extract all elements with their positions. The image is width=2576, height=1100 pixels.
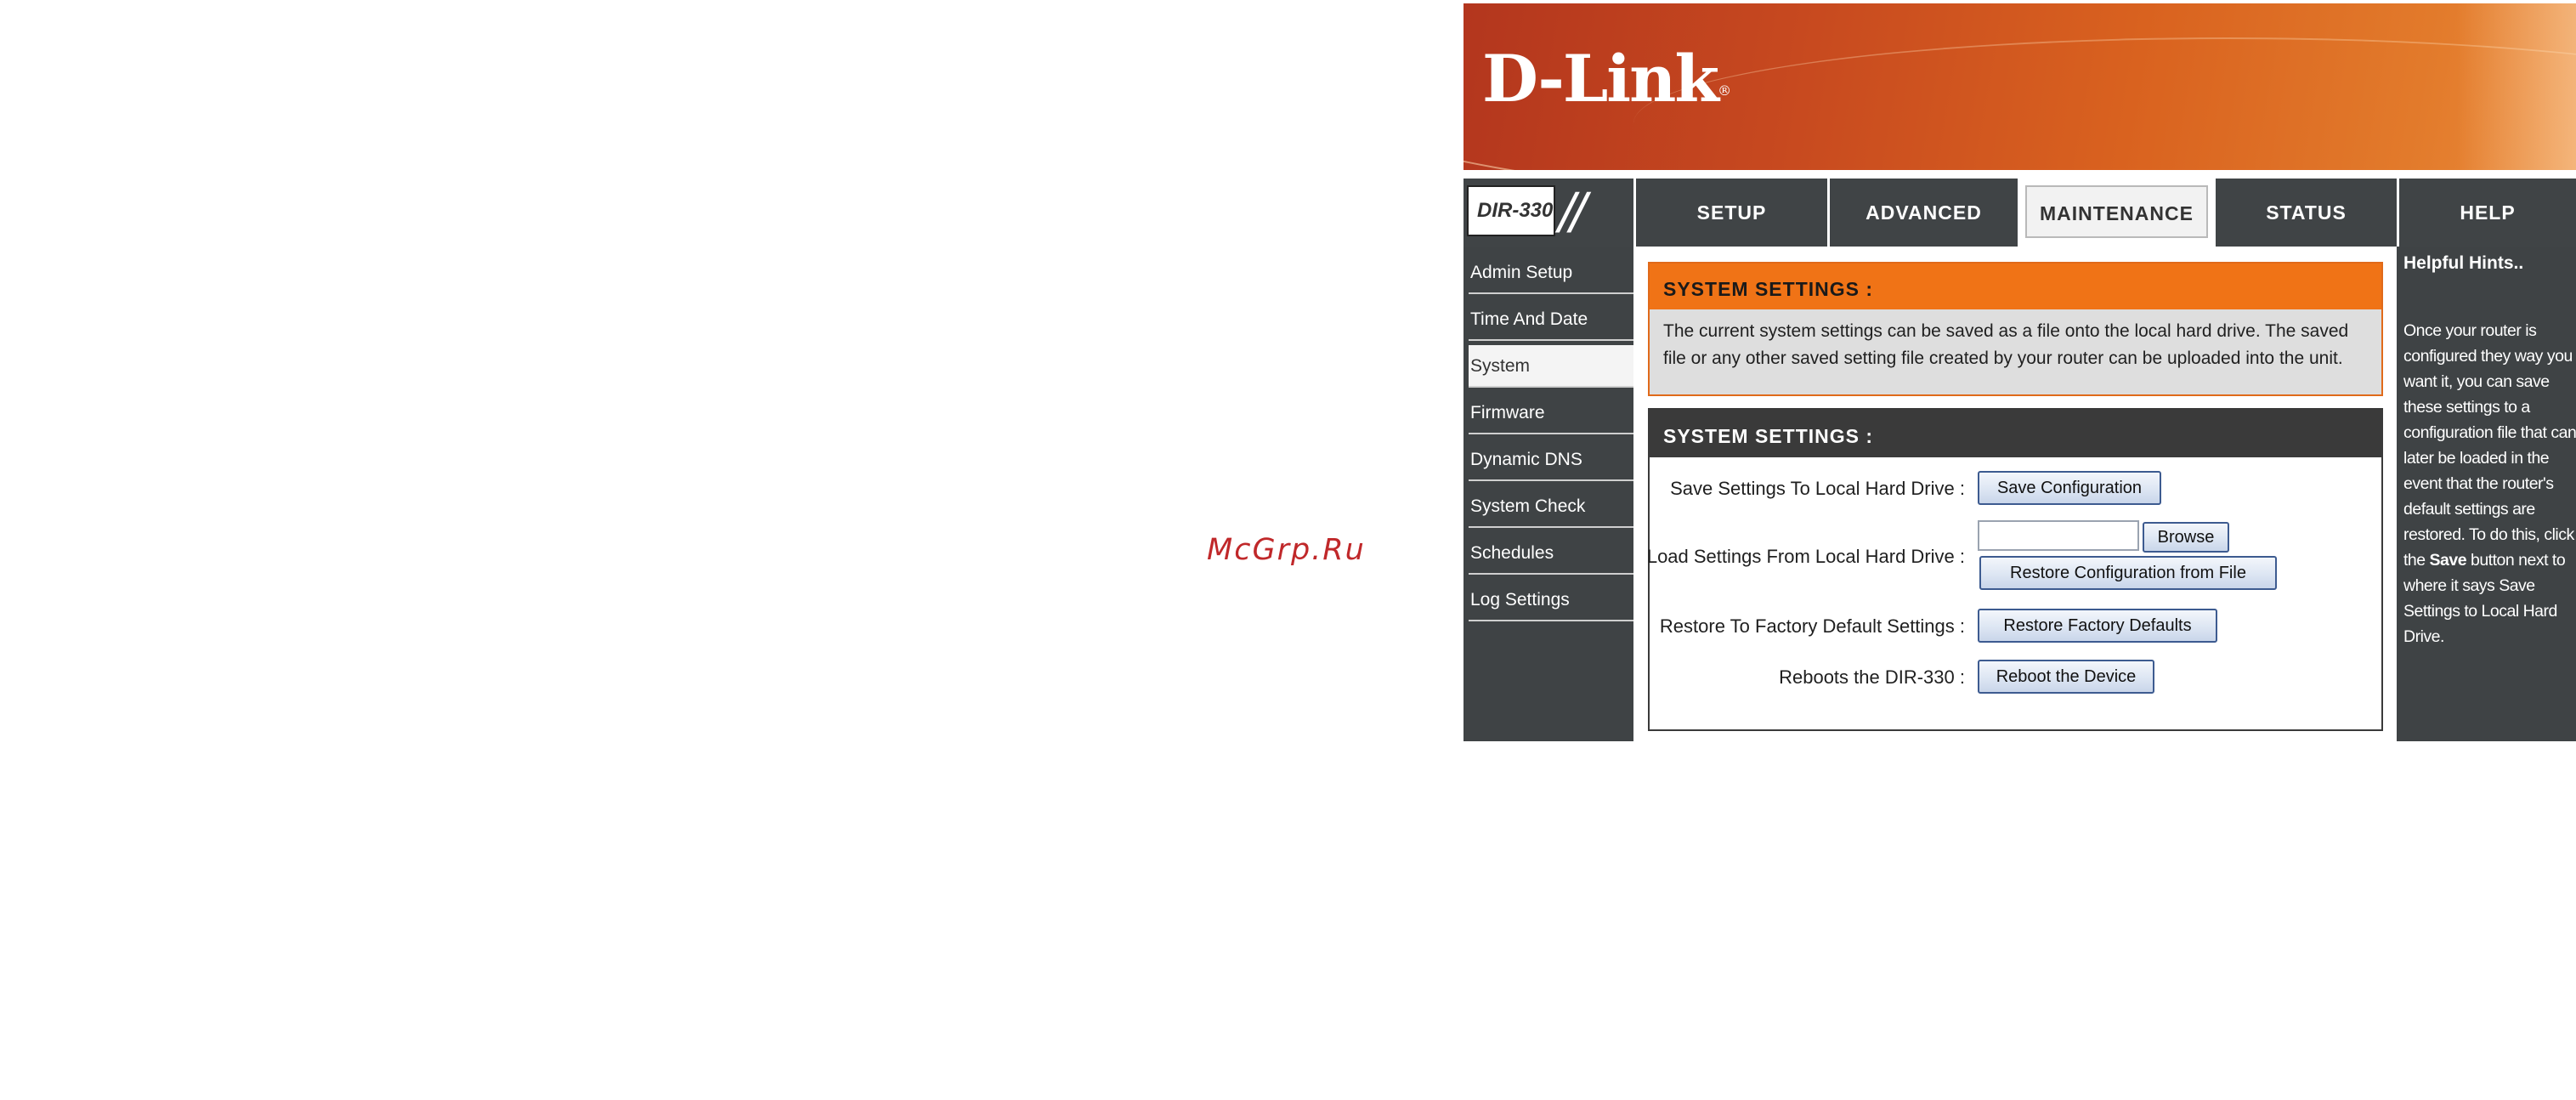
factory-default-label: Restore To Factory Default Settings : <box>1659 615 1965 637</box>
model-name: DIR-330 <box>1477 199 1554 222</box>
tab-setup-label: SETUP <box>1696 201 1767 224</box>
restore-configuration-button[interactable]: Restore Configuration from File <box>1979 556 2277 590</box>
sidebar: Admin Setup Time And Date System Firmwar… <box>1464 247 1633 741</box>
intro-title: SYSTEM SETTINGS : <box>1650 264 2381 309</box>
main-content: SYSTEM SETTINGS : The current system set… <box>1633 247 2397 741</box>
watermark-text: McGrp.Ru <box>1207 533 1366 567</box>
settings-title: SYSTEM SETTINGS : <box>1650 410 2381 457</box>
save-settings-label: Save Settings To Local Hard Drive : <box>1670 478 1965 499</box>
reboot-label: Reboots the DIR-330 : <box>1779 666 1965 688</box>
logo-text: D-Link <box>1482 41 1719 116</box>
sidebar-item-admin-setup[interactable]: Admin Setup <box>1469 252 1633 294</box>
sidebar-item-time-and-date[interactable]: Time And Date <box>1469 298 1633 341</box>
intro-panel: SYSTEM SETTINGS : The current system set… <box>1648 262 2383 396</box>
top-nav: DIR-330 // SETUP ADVANCED MAINTENANCE ST… <box>1464 179 2576 247</box>
tab-advanced[interactable]: ADVANCED <box>1827 179 2018 247</box>
banner-highlight <box>2457 3 2576 170</box>
sidebar-item-firmware[interactable]: Firmware <box>1469 392 1633 434</box>
save-configuration-button[interactable]: Save Configuration <box>1978 471 2161 505</box>
hints-title: Helpful Hints.. <box>2403 253 2524 273</box>
tab-help-label: HELP <box>2460 201 2516 224</box>
dlink-banner: D-Link® <box>1464 3 2576 170</box>
tab-help[interactable]: HELP <box>2397 179 2576 247</box>
tab-maintenance-label: MAINTENANCE <box>2025 185 2208 238</box>
sidebar-item-system[interactable]: System <box>1469 345 1633 388</box>
tab-status[interactable]: STATUS <box>2213 179 2397 247</box>
helpful-hints-panel: Helpful Hints.. Once your router is conf… <box>2397 247 2576 741</box>
load-settings-label: Load Settings From Local Hard Drive : <box>1646 546 1965 567</box>
sidebar-item-system-check[interactable]: System Check <box>1469 485 1633 528</box>
config-file-input[interactable] <box>1978 520 2139 551</box>
logo-registered-mark: ® <box>1718 82 1731 99</box>
hints-text-bold: Save <box>2429 551 2467 570</box>
sidebar-item-log-settings[interactable]: Log Settings <box>1469 579 1633 621</box>
sidebar-item-schedules[interactable]: Schedules <box>1469 532 1633 575</box>
intro-text: The current system settings can be saved… <box>1663 321 2349 368</box>
restore-factory-defaults-button[interactable]: Restore Factory Defaults <box>1978 609 2217 643</box>
tab-status-label: STATUS <box>2266 201 2347 224</box>
hints-text-before: Once your router is configured they way … <box>2403 321 2576 570</box>
reboot-device-button[interactable]: Reboot the Device <box>1978 660 2154 694</box>
browse-button[interactable]: Browse <box>2143 522 2229 553</box>
sidebar-item-dynamic-dns[interactable]: Dynamic DNS <box>1469 439 1633 481</box>
tab-advanced-label: ADVANCED <box>1865 201 1982 224</box>
settings-panel: SYSTEM SETTINGS : Save Settings To Local… <box>1646 408 2383 731</box>
model-badge: DIR-330 <box>1467 185 1555 236</box>
router-admin-page: D-Link® DIR-330 // SETUP ADVANCED MAINTE… <box>1464 0 2576 741</box>
banner-gap <box>1464 170 2576 179</box>
tab-setup[interactable]: SETUP <box>1633 179 1827 247</box>
dlink-logo: D-Link® <box>1482 41 1731 117</box>
slash-decoration-icon: // <box>1559 182 1587 240</box>
tab-maintenance[interactable]: MAINTENANCE <box>2018 179 2213 247</box>
hints-text: Once your router is configured they way … <box>2403 318 2576 649</box>
